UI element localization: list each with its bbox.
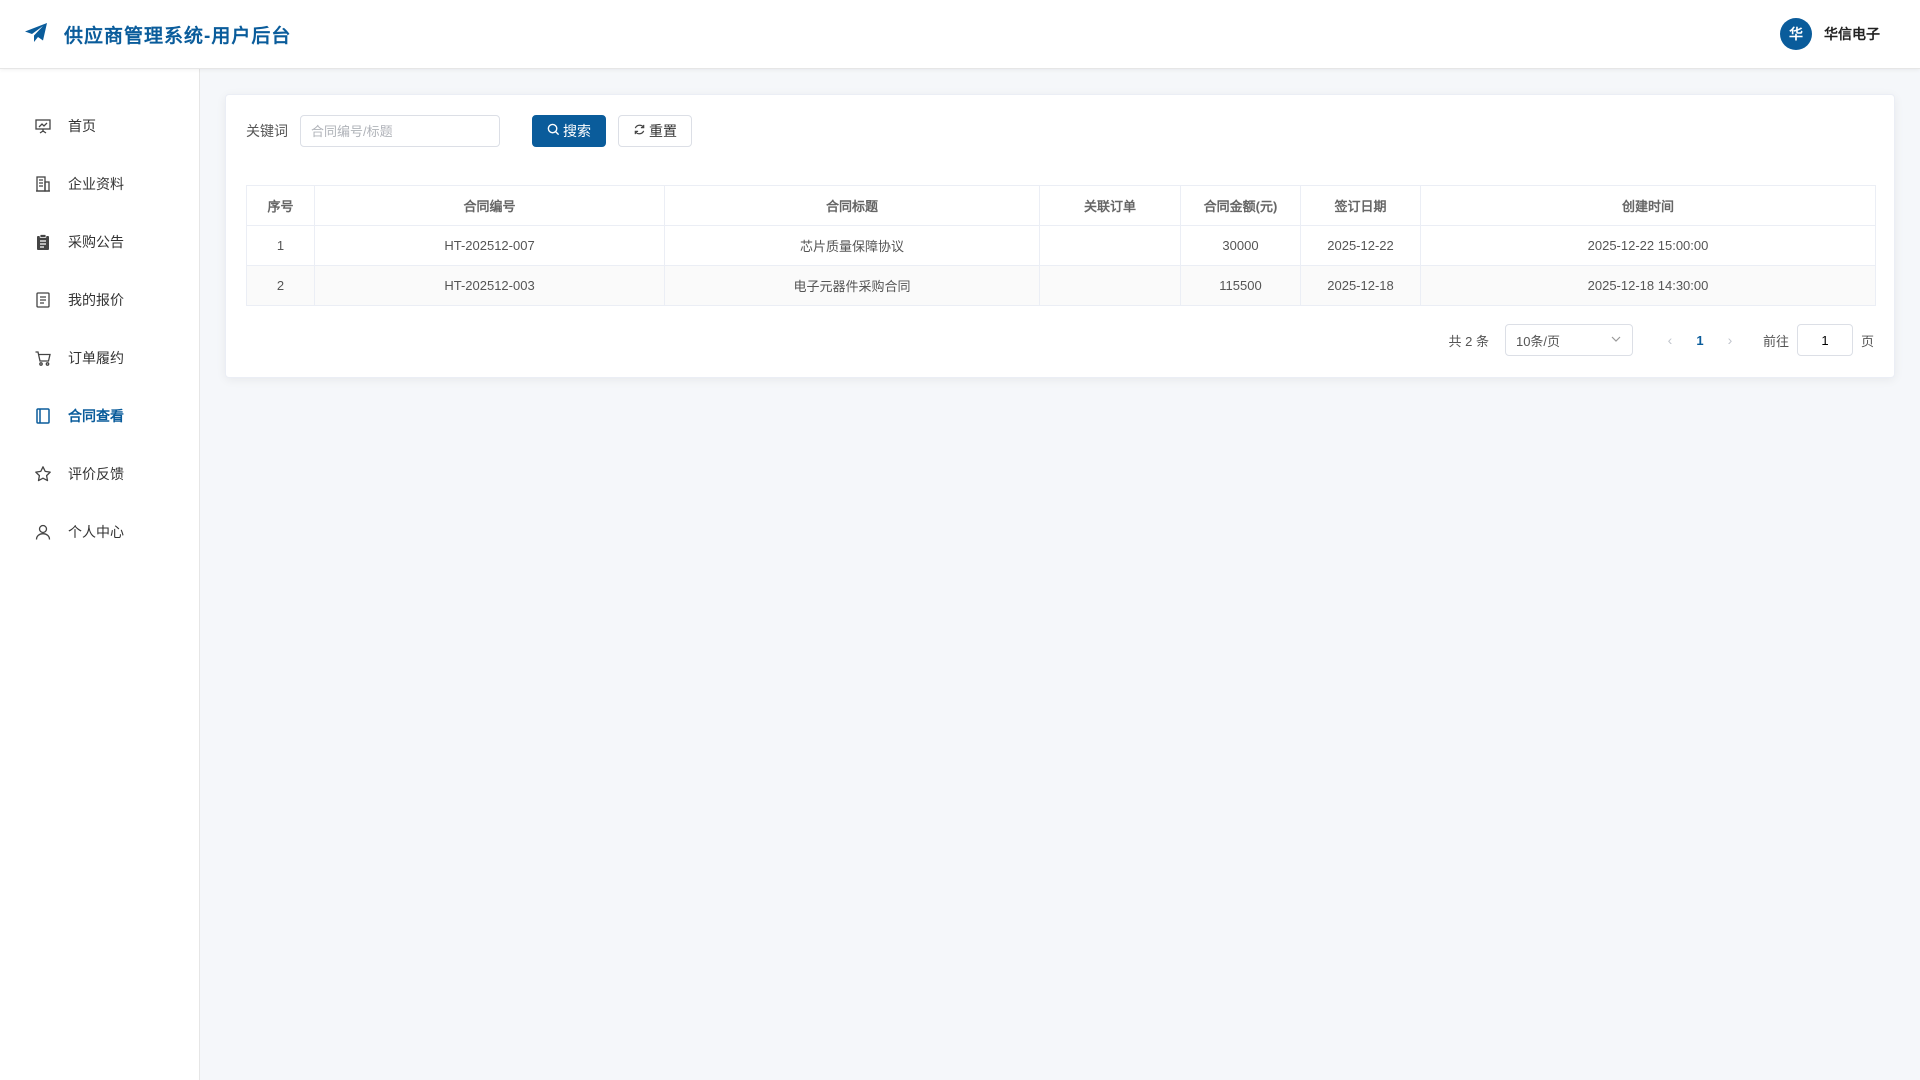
contracts-table: 序号 合同编号 合同标题 关联订单 合同金额(元) 签订日期 创建时间 1 HT… [246, 185, 1876, 306]
page-size-value: 10条/页 [1515, 333, 1561, 349]
sidebar-item-contracts[interactable]: 合同查看 [0, 387, 199, 445]
sidebar-item-label: 订单履约 [68, 350, 124, 366]
goto-page-input[interactable] [1796, 324, 1853, 356]
keyword-label: 关键词 [246, 123, 288, 139]
column-header: 序号 [246, 185, 315, 226]
sidebar-item-home[interactable]: 首页 [0, 97, 199, 155]
building-icon [34, 175, 52, 193]
cell-sign-date: 2025-12-18 [1300, 265, 1421, 306]
sidebar-item-label: 我的报价 [68, 292, 124, 308]
sidebar-item-label: 采购公告 [68, 234, 124, 250]
chevron-down-icon [1610, 333, 1622, 348]
sidebar-item-announcements[interactable]: 采购公告 [0, 213, 199, 271]
search-button[interactable]: 搜索 [532, 115, 606, 147]
document-icon [34, 291, 52, 309]
search-icon [547, 123, 560, 139]
user-name[interactable]: 华信电子 [1824, 24, 1880, 44]
brand: 供应商管理系统-用户后台 [24, 21, 291, 48]
shopping-cart-icon [34, 349, 52, 367]
page-suffix: 页 [1860, 333, 1874, 349]
table-header-row: 序号 合同编号 合同标题 关联订单 合同金额(元) 签订日期 创建时间 [246, 185, 1876, 226]
search-button-label: 搜索 [563, 123, 591, 139]
notebook-icon [34, 407, 52, 425]
column-header: 合同编号 [314, 185, 665, 226]
cell-amount: 30000 [1180, 225, 1301, 266]
cell-title: 芯片质量保障协议 [664, 225, 1040, 266]
pagination: 共 2 条 10条/页 ‹ 1 › 前往 页 [1448, 324, 1874, 356]
cell-index: 2 [246, 265, 315, 306]
sidebar-item-label: 个人中心 [68, 524, 124, 540]
goto-label: 前往 [1762, 333, 1789, 349]
reset-button[interactable]: 重置 [618, 115, 692, 147]
sidebar-item-orders[interactable]: 订单履约 [0, 329, 199, 387]
cell-created: 2025-12-18 14:30:00 [1420, 265, 1876, 306]
user-icon [34, 523, 52, 541]
cell-contract-no: HT-202512-003 [314, 265, 665, 306]
app-title: 供应商管理系统-用户后台 [64, 25, 292, 47]
column-header: 签订日期 [1300, 185, 1421, 226]
page-size-select[interactable]: 10条/页 [1504, 324, 1633, 356]
reset-button-label: 重置 [649, 123, 677, 139]
sidebar-item-label: 首页 [68, 118, 96, 134]
cell-sign-date: 2025-12-22 [1300, 225, 1421, 266]
table-row[interactable]: 1 HT-202512-007 芯片质量保障协议 30000 2025-12-2… [246, 225, 1876, 266]
sidebar-item-label: 企业资料 [68, 176, 124, 192]
prev-page-button[interactable]: ‹ [1657, 332, 1683, 348]
column-header: 关联订单 [1039, 185, 1181, 226]
keyword-input[interactable] [300, 115, 500, 147]
presentation-chart-icon [34, 117, 52, 135]
sidebar-item-label: 合同查看 [68, 408, 124, 424]
sidebar-item-company[interactable]: 企业资料 [0, 155, 199, 213]
next-page-button[interactable]: › [1717, 332, 1743, 348]
sidebar: 首页 企业资料 采购公告 我的报价 订单履约 合同查看 评价反馈 个人中心 [0, 69, 200, 1080]
avatar[interactable]: 华 [1780, 18, 1812, 50]
cell-order [1039, 265, 1181, 306]
user-menu[interactable]: 华 华信电子 [1780, 18, 1880, 50]
cell-contract-no: HT-202512-007 [314, 225, 665, 266]
column-header: 创建时间 [1420, 185, 1876, 226]
total-count: 共 2 条 [1448, 333, 1489, 349]
cell-order [1039, 225, 1181, 266]
sidebar-item-quotes[interactable]: 我的报价 [0, 271, 199, 329]
star-icon [34, 465, 52, 483]
cell-amount: 115500 [1180, 265, 1301, 306]
column-header: 合同金额(元) [1180, 185, 1301, 226]
cell-index: 1 [246, 225, 315, 266]
refresh-icon [633, 123, 646, 139]
column-header: 合同标题 [664, 185, 1040, 226]
sidebar-item-label: 评价反馈 [68, 466, 124, 482]
clipboard-icon [34, 233, 52, 251]
table-row[interactable]: 2 HT-202512-003 电子元器件采购合同 115500 2025-12… [246, 265, 1876, 306]
search-bar: 关键词 搜索 重置 [246, 115, 692, 147]
cell-title: 电子元器件采购合同 [664, 265, 1040, 306]
cell-created: 2025-12-22 15:00:00 [1420, 225, 1876, 266]
sidebar-item-profile[interactable]: 个人中心 [0, 503, 199, 561]
page-number-current[interactable]: 1 [1687, 333, 1713, 348]
contract-list-card: 关键词 搜索 重置 序号 合同编号 合同标题 关联订单 合同金额(元) [225, 94, 1895, 378]
sidebar-item-feedback[interactable]: 评价反馈 [0, 445, 199, 503]
paper-plane-icon [24, 22, 48, 47]
top-header: 供应商管理系统-用户后台 华 华信电子 [0, 0, 1920, 69]
